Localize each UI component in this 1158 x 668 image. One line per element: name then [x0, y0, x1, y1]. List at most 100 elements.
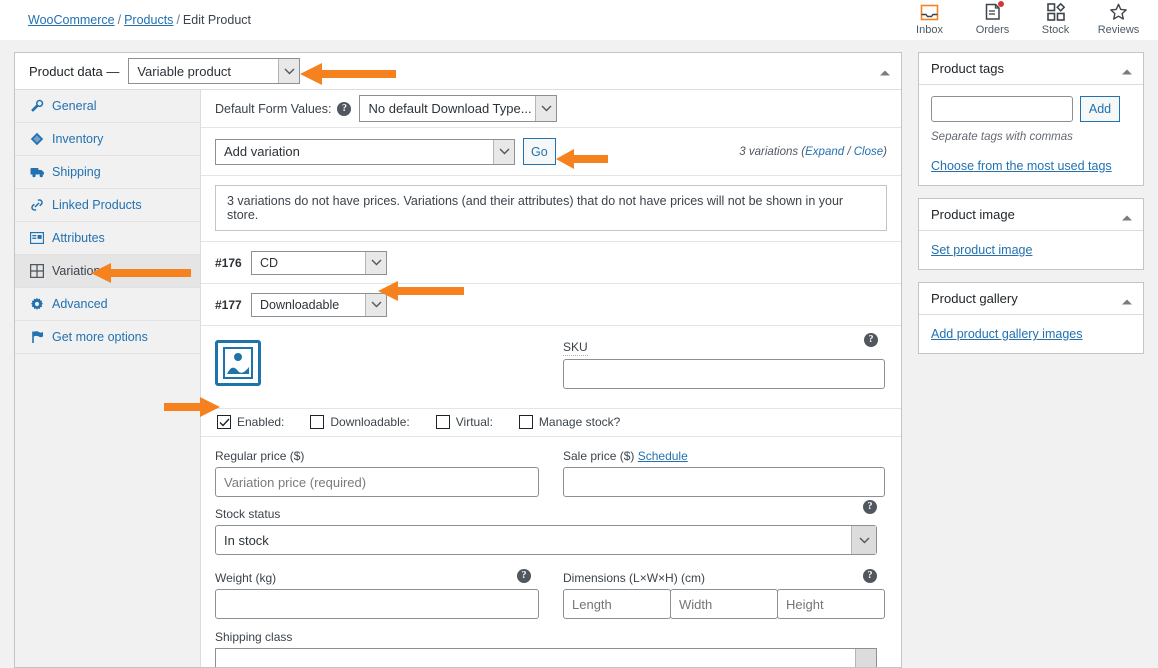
length-input[interactable]: [563, 589, 671, 619]
product-image-body: Set product image: [919, 231, 1143, 269]
breadcrumb-separator-2: /: [176, 13, 180, 27]
sale-price-group: Sale price ($) Schedule: [563, 449, 885, 497]
checkbox-virtual[interactable]: Virtual:: [435, 415, 493, 429]
sidebar-item-inventory[interactable]: Inventory: [15, 123, 200, 156]
go-button[interactable]: Go: [523, 138, 556, 165]
checkbox-manage-stock[interactable]: Manage stock?: [518, 415, 620, 429]
sidebar-label-general: General: [52, 99, 97, 113]
panel-collapse-toggle[interactable]: [879, 65, 891, 80]
topnav-item-stock[interactable]: Stock: [1024, 0, 1087, 36]
product-gallery-body: Add product gallery images: [919, 315, 1143, 353]
sale-price-input[interactable]: [563, 467, 885, 497]
product-tags-collapse-toggle[interactable]: [1121, 64, 1133, 79]
weight-input[interactable]: [215, 589, 539, 619]
product-gallery-collapse-toggle[interactable]: [1121, 294, 1133, 309]
product-tags-panel: Product tags Add Separate tags with comm…: [918, 52, 1144, 186]
default-download-type-value: No default Download Type...: [368, 101, 532, 116]
product-data-title: Product data —: [29, 63, 120, 79]
sidebar-item-get-more-options[interactable]: Get more options: [15, 321, 200, 354]
help-icon-dimensions[interactable]: ?: [863, 569, 877, 583]
product-gallery-header: Product gallery: [919, 283, 1143, 315]
top-bar: WooCommerce / Products / Edit Product Inbox: [0, 0, 1158, 40]
topnav-label-stock: Stock: [1041, 24, 1070, 36]
variation-attribute-select-177[interactable]: Downloadable: [251, 292, 387, 317]
help-icon-stock-status[interactable]: ?: [863, 500, 877, 514]
add-tag-button[interactable]: Add: [1080, 96, 1120, 122]
stock-status-label: Stock status: [215, 507, 281, 521]
topnav-item-inbox[interactable]: Inbox: [898, 0, 961, 36]
tag-input-row: Add: [931, 96, 1131, 122]
reviews-star-icon: [1107, 1, 1131, 23]
weight-label: Weight (kg): [215, 571, 277, 585]
truck-icon: [27, 164, 47, 180]
product-tags-body: Add Separate tags with commas Choose fro…: [919, 85, 1143, 185]
checkbox-enabled[interactable]: Enabled:: [217, 415, 284, 429]
regular-price-label: Regular price ($): [215, 449, 305, 463]
breadcrumb-products[interactable]: Products: [124, 13, 173, 27]
choose-most-used-tags-link[interactable]: Choose from the most used tags: [931, 159, 1112, 173]
sidebar-label-linked: Shipping: [52, 165, 101, 179]
sku-label: SKU: [563, 340, 588, 356]
sku-input[interactable]: [563, 359, 885, 389]
sidebar-label-inventory: Inventory: [52, 132, 104, 146]
variation-image-placeholder[interactable]: [215, 340, 261, 386]
product-type-value: Variable product: [137, 63, 232, 79]
variations-count-label: 3 variations (Expand / Close): [739, 146, 887, 158]
image-sku-row: SKU ?: [201, 326, 901, 400]
schedule-link[interactable]: Schedule: [638, 449, 688, 463]
page-content: Product data — Variable product General: [0, 40, 1158, 668]
variation-row-177: #177 Downloadable: [201, 283, 901, 325]
product-gallery-title: Product gallery: [931, 291, 1018, 306]
expand-link[interactable]: Expand: [805, 146, 844, 158]
sidebar-label-attributes: Attributes: [52, 231, 105, 245]
help-icon-sku[interactable]: ?: [864, 333, 878, 347]
chevron-down-icon: [365, 251, 386, 274]
width-input[interactable]: [670, 589, 778, 619]
sidebar-item-general[interactable]: General: [15, 90, 200, 123]
stock-icon: [1044, 1, 1068, 23]
checkbox-downloadable[interactable]: Downloadable:: [310, 415, 410, 429]
top-navigation: Inbox Orders Stock Reviews: [898, 0, 1158, 40]
sidebar-item-linked-products[interactable]: Linked Products: [15, 189, 200, 222]
tag-input[interactable]: [931, 96, 1073, 122]
regular-price-group: Regular price ($): [215, 449, 539, 497]
sale-price-text: Sale price ($): [563, 449, 635, 463]
shipping-class-select[interactable]: [215, 648, 877, 667]
shipping-class-label: Shipping class: [215, 630, 293, 644]
default-form-values-row: Default Form Values: ? No default Downlo…: [201, 90, 901, 127]
help-icon-weight[interactable]: ?: [517, 569, 531, 583]
topnav-item-reviews[interactable]: Reviews: [1087, 0, 1150, 36]
product-data-panel: Product data — Variable product General: [14, 52, 902, 668]
breadcrumb-woocommerce[interactable]: WooCommerce: [28, 13, 115, 27]
default-download-type-select[interactable]: No default Download Type...: [359, 95, 558, 122]
sidebar-item-shipping[interactable]: Shipping: [15, 156, 200, 189]
add-variation-select[interactable]: Add variation: [215, 138, 515, 165]
product-image-collapse-toggle[interactable]: [1121, 210, 1133, 225]
product-type-select[interactable]: Variable product: [128, 58, 301, 84]
stock-status-select[interactable]: In stock: [215, 525, 877, 555]
help-icon-default-form-values[interactable]: ?: [337, 101, 352, 116]
sale-price-label: Sale price ($) Schedule: [563, 449, 688, 464]
variation-row-176: #176 CD: [201, 241, 901, 283]
topnav-item-orders[interactable]: Orders: [961, 0, 1024, 36]
chevron-down-icon: [365, 293, 386, 316]
close-link[interactable]: Close: [854, 146, 883, 158]
regular-price-input[interactable]: [215, 467, 539, 497]
gear-icon: [27, 296, 47, 312]
set-product-image-link[interactable]: Set product image: [931, 243, 1032, 257]
height-input[interactable]: [777, 589, 885, 619]
default-form-values-label: Default Form Values:: [215, 101, 332, 116]
add-variation-row: Add variation Go 3 variations (Expand / …: [201, 127, 901, 175]
add-gallery-images-link[interactable]: Add product gallery images: [931, 327, 1082, 341]
sidebar-item-variations[interactable]: Variations: [15, 255, 200, 288]
variation-attribute-value-177: Downloadable: [260, 297, 340, 312]
sidebar-item-advanced[interactable]: Advanced: [15, 288, 200, 321]
weight-dimensions-row: Weight (kg) ? Dimensions (L×W×H) (cm) ?: [201, 555, 901, 619]
flag-icon: [27, 329, 47, 345]
chevron-down-icon: [535, 96, 557, 121]
tag-hint-text: Separate tags with commas: [931, 131, 1073, 143]
product-data-tabs: General Inventory Shipping Linked Produc…: [15, 90, 201, 667]
checkbox-downloadable-box: [310, 415, 325, 429]
variation-attribute-select-176[interactable]: CD: [251, 250, 387, 275]
sidebar-item-attributes[interactable]: Attributes: [15, 222, 200, 255]
